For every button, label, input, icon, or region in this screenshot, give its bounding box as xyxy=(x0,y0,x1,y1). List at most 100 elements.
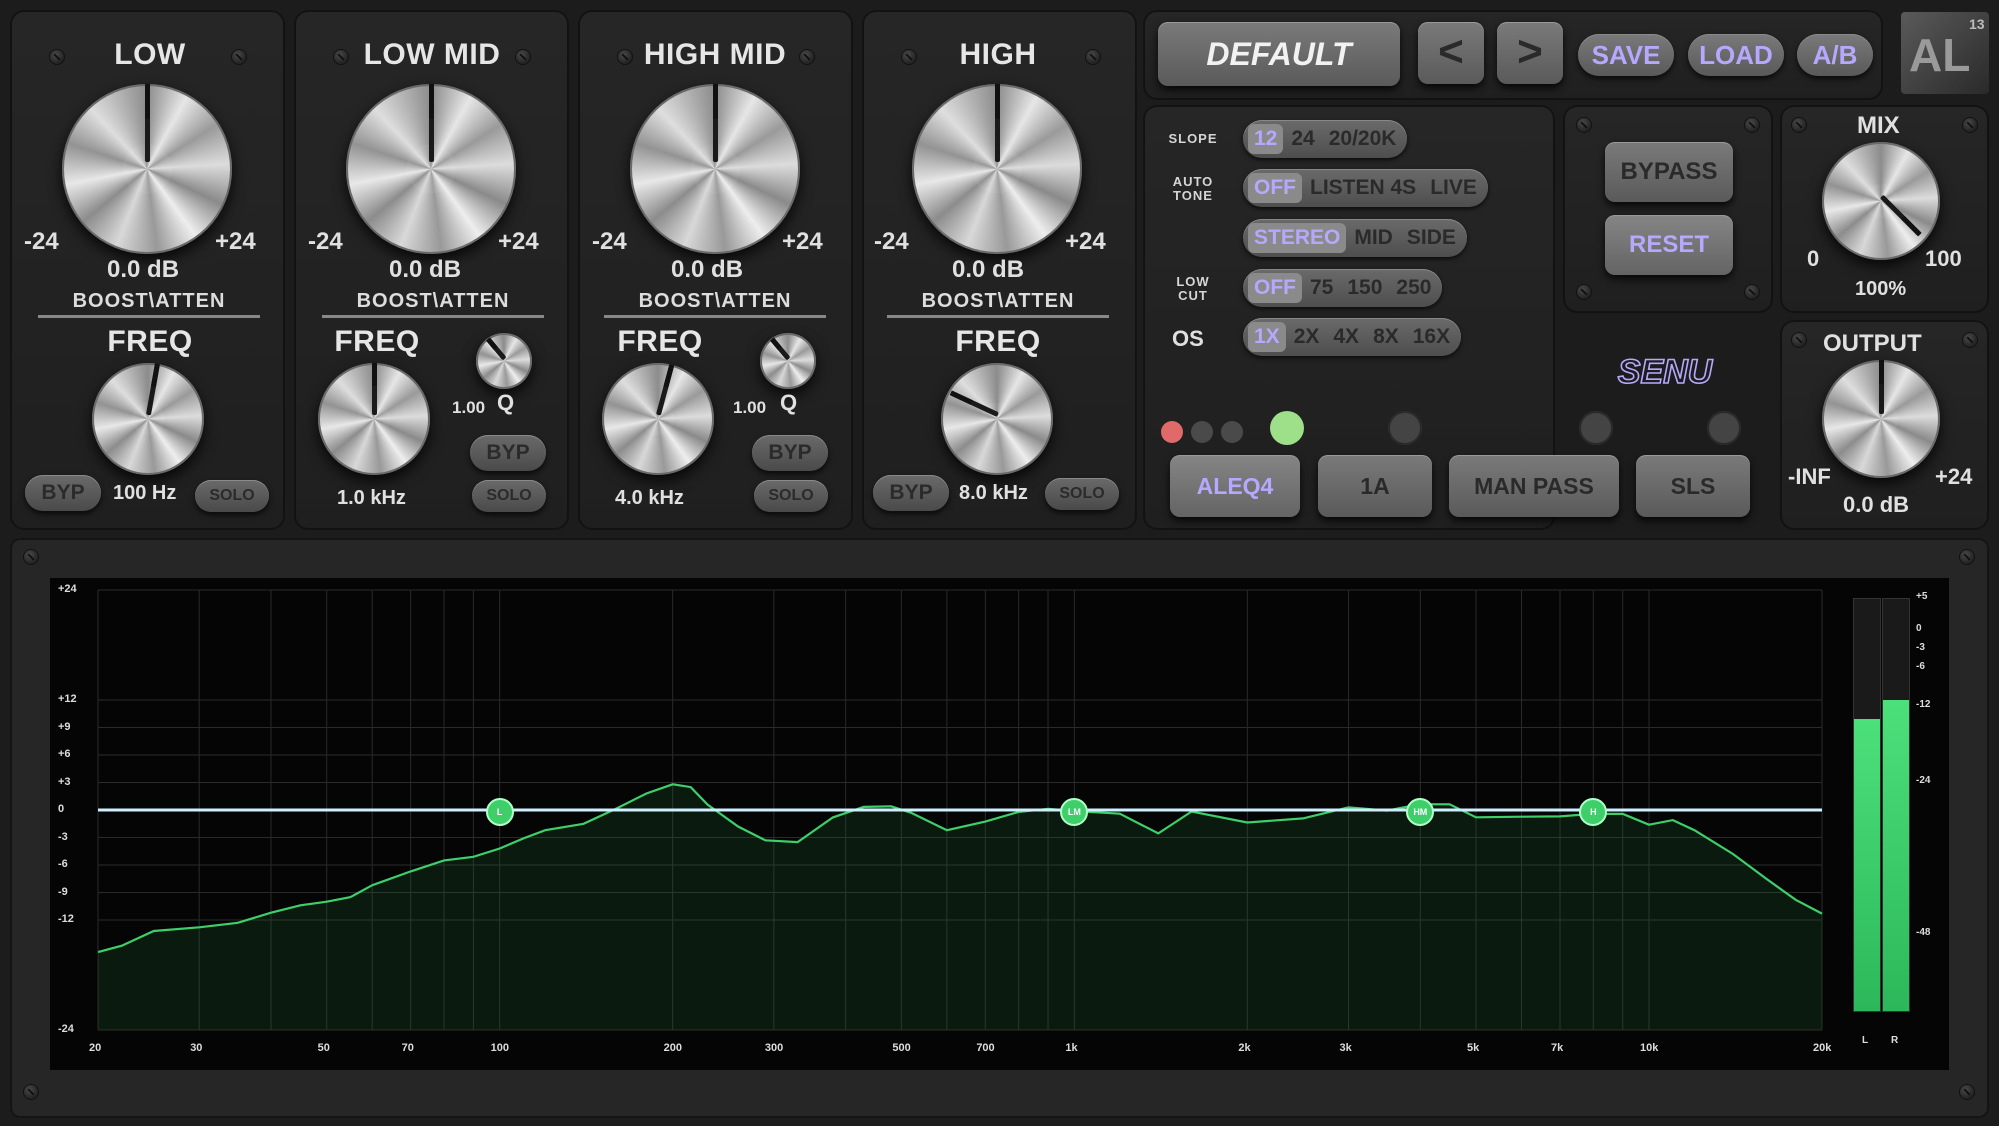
high-gain-knob[interactable] xyxy=(912,84,1082,254)
stereo-option-stereo[interactable]: STEREO xyxy=(1248,223,1347,253)
low-mid-freq-knob[interactable] xyxy=(318,363,430,475)
low-cut-option-250[interactable]: 250 xyxy=(1390,273,1437,303)
os-option-16x[interactable]: 16X xyxy=(1407,322,1456,352)
meter-scale-label: -12 xyxy=(1916,698,1931,710)
stereo-option-mid[interactable]: MID xyxy=(1348,223,1399,253)
analyzer-display[interactable]: +24 +12 +9 +6 +3 0 -3 -6 -9 -12 -24 20 30 50 70 100 200… xyxy=(50,578,1949,1070)
x-axis-label: 500 xyxy=(892,1042,911,1054)
low-mid-bypass-button[interactable]: BYP xyxy=(470,435,546,471)
high-mid-freq-value: 4.0 kHz xyxy=(615,487,684,509)
high-bypass-button[interactable]: BYP xyxy=(873,475,949,511)
preset-next-button[interactable]: > xyxy=(1497,22,1563,84)
low-mid-gain-value: 0.0 dB xyxy=(389,256,462,283)
low-cut-option-75[interactable]: 75 xyxy=(1304,273,1339,303)
y-axis-label: -3 xyxy=(58,830,68,843)
auto-tone-label-line1: AUTO xyxy=(1172,174,1214,189)
x-axis-label: 50 xyxy=(317,1042,330,1054)
os-label: OS xyxy=(1172,326,1204,351)
high-mid-freq-knob[interactable] xyxy=(602,363,714,475)
mode-button-1a[interactable]: 1A xyxy=(1318,455,1432,517)
low-cut-label-line1: LOW xyxy=(1176,274,1210,289)
high-mid-gain-min: -24 xyxy=(592,228,627,255)
mode-button-aleq4[interactable]: ALEQ4 xyxy=(1170,455,1300,517)
high-freq-value: 8.0 kHz xyxy=(959,482,1028,504)
high-solo-button[interactable]: SOLO xyxy=(1045,478,1119,510)
high-mid-q-knob[interactable] xyxy=(760,333,816,389)
low-mid-q-value: 1.00 xyxy=(452,398,486,417)
low-cut-label: LOW CUT xyxy=(1158,275,1228,303)
os-option-2x[interactable]: 2X xyxy=(1288,322,1326,352)
os-option-4x[interactable]: 4X xyxy=(1327,322,1365,352)
x-axis-label: 10k xyxy=(1640,1042,1659,1054)
mode-led-man-pass xyxy=(1579,411,1613,445)
preset-name-button[interactable]: DEFAULT xyxy=(1158,22,1400,86)
bypass-button[interactable]: BYPASS xyxy=(1605,142,1733,202)
low-cut-option-150[interactable]: 150 xyxy=(1341,273,1388,303)
high-mid-q-label: Q xyxy=(780,390,798,415)
mix-knob[interactable] xyxy=(1822,142,1940,260)
low-cut-selector[interactable]: OFF 75 150 250 xyxy=(1243,269,1443,307)
low-mid-freq-value: 1.0 kHz xyxy=(337,487,406,509)
eq-graph[interactable] xyxy=(50,578,1949,1070)
eq-node-l[interactable]: L xyxy=(485,798,514,826)
high-mid-solo-button[interactable]: SOLO xyxy=(754,480,828,512)
stereo-selector[interactable]: STEREO MID SIDE xyxy=(1243,219,1467,257)
low-mid-gain-max: +24 xyxy=(498,228,539,255)
low-mid-q-knob[interactable] xyxy=(476,333,532,389)
slope-selector[interactable]: 12 24 20/20K xyxy=(1243,120,1408,158)
ab-button[interactable]: A/B xyxy=(1797,34,1873,76)
low-freq-knob[interactable] xyxy=(92,363,204,475)
slope-option-12[interactable]: 12 xyxy=(1248,124,1284,154)
os-option-1x[interactable]: 1X xyxy=(1248,322,1286,352)
status-led-red xyxy=(1161,421,1183,443)
low-cut-label-line2: CUT xyxy=(1178,288,1208,303)
screw xyxy=(24,550,38,564)
mode-led-1a xyxy=(1388,411,1422,445)
auto-tone-option-listen[interactable]: LISTEN 4S xyxy=(1304,173,1422,203)
y-axis-label: +3 xyxy=(58,775,71,788)
os-option-8x[interactable]: 8X xyxy=(1367,322,1405,352)
meter-scale-label: +5 xyxy=(1916,591,1928,602)
low-cut-option-off[interactable]: OFF xyxy=(1248,273,1302,303)
x-axis-label: 300 xyxy=(764,1042,784,1054)
high-mid-freq-label: FREQ xyxy=(617,325,703,358)
auto-tone-option-live[interactable]: LIVE xyxy=(1424,173,1483,203)
load-button[interactable]: LOAD xyxy=(1688,34,1784,76)
mode-button-man-pass[interactable]: MAN PASS xyxy=(1449,455,1619,517)
high-gain-value: 0.0 dB xyxy=(952,256,1025,283)
low-bypass-button[interactable]: BYP xyxy=(25,475,101,511)
x-axis-label: 2k xyxy=(1238,1042,1251,1054)
low-gain-knob[interactable] xyxy=(62,84,232,254)
x-axis-label: 20k xyxy=(1813,1042,1832,1054)
low-mid-gain-knob[interactable] xyxy=(346,84,516,254)
slope-option-24[interactable]: 24 xyxy=(1285,124,1320,154)
brand-logo-graphic: SENU xyxy=(1617,352,1715,392)
auto-tone-option-off[interactable]: OFF xyxy=(1248,173,1302,203)
mix-max: 100 xyxy=(1925,246,1962,271)
reset-button[interactable]: RESET xyxy=(1605,215,1733,275)
auto-tone-selector[interactable]: OFF LISTEN 4S LIVE xyxy=(1243,169,1488,207)
low-gain-value: 0.0 dB xyxy=(107,256,180,283)
screw xyxy=(1577,118,1591,132)
al-logo-text: AL xyxy=(1909,29,1971,81)
high-mid-bypass-button[interactable]: BYP xyxy=(752,435,828,471)
mode-led-aleq4 xyxy=(1270,411,1304,445)
meter-label-left: L xyxy=(1862,1035,1869,1046)
slope-option-20-20k[interactable]: 20/20K xyxy=(1323,124,1403,154)
save-button[interactable]: SAVE xyxy=(1578,34,1674,76)
os-selector[interactable]: 1X 2X 4X 8X 16X xyxy=(1243,318,1462,356)
high-mid-gain-knob[interactable] xyxy=(630,84,800,254)
low-solo-button[interactable]: SOLO xyxy=(195,480,269,512)
x-axis-label: 100 xyxy=(490,1042,510,1054)
x-axis-label: 200 xyxy=(663,1042,683,1054)
output-knob[interactable] xyxy=(1822,360,1940,478)
x-axis-label: 5k xyxy=(1467,1042,1480,1054)
low-gain-max: +24 xyxy=(215,228,256,255)
high-gain-min: -24 xyxy=(874,228,909,255)
high-freq-knob[interactable] xyxy=(941,363,1053,475)
preset-prev-button[interactable]: < xyxy=(1418,22,1484,84)
screw xyxy=(1963,333,1977,347)
mode-button-sls[interactable]: SLS xyxy=(1636,455,1750,517)
stereo-option-side[interactable]: SIDE xyxy=(1401,223,1462,253)
low-mid-solo-button[interactable]: SOLO xyxy=(472,480,546,512)
